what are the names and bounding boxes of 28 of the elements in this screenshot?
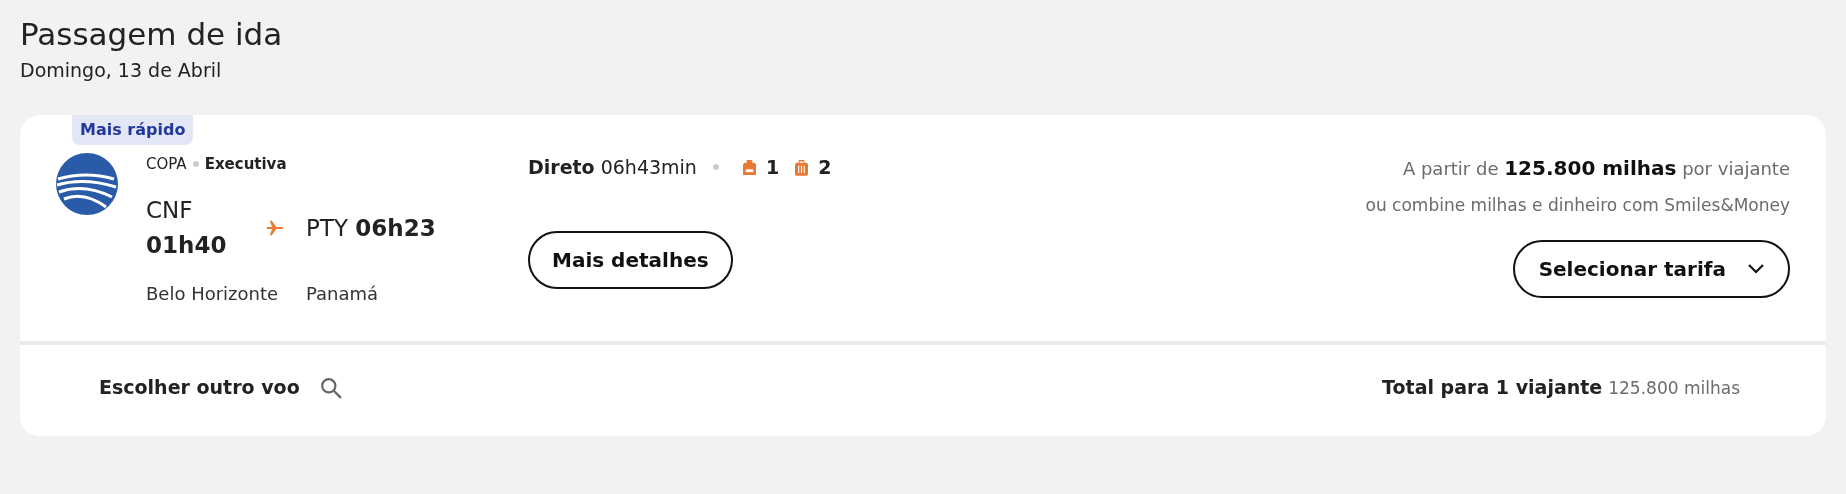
date-text: Domingo, 13 de Abril	[20, 58, 223, 84]
select-fare-button[interactable]: Selecionar tarifa	[1512, 240, 1790, 299]
departure-time: CNF 01h40	[146, 196, 228, 260]
tag: Mais rápido	[72, 114, 194, 145]
search-icon	[319, 376, 342, 399]
airline-logo-icon	[56, 152, 118, 215]
baggage-count: 2	[818, 154, 832, 180]
total-value: 125.800 milhas	[1608, 377, 1740, 401]
page-title: Passagem de ida	[20, 15, 284, 54]
change-flight-link[interactable]: Escolher outro voo	[99, 373, 342, 402]
separator-dot	[192, 161, 199, 168]
backpack-icon	[742, 158, 756, 176]
baggage-count: 1	[765, 154, 780, 180]
total-label: Total para 1 viajante	[1382, 375, 1603, 401]
combine-text: ou combine milhas e dinheiro com Smiles&Money	[1365, 193, 1790, 217]
airline-name: COPA	[146, 154, 187, 173]
chevron-down-icon	[1748, 264, 1764, 275]
origin-city: Belo Horizonte	[146, 282, 280, 307]
details-button[interactable]: Mais detalhes	[528, 231, 733, 290]
destination-city: Panamá	[306, 282, 379, 307]
stops-label: Direto	[528, 154, 595, 180]
arrival-time: PTY 06h23	[306, 213, 437, 243]
suitcase-icon	[795, 158, 809, 176]
flight-duration: 06h43min	[600, 154, 697, 180]
separator-dot	[712, 164, 719, 171]
price-text: A partir de 125.800 milhas por viajante	[1402, 154, 1790, 182]
cabin-class: Executiva	[204, 154, 287, 173]
airplane-icon	[266, 218, 284, 237]
